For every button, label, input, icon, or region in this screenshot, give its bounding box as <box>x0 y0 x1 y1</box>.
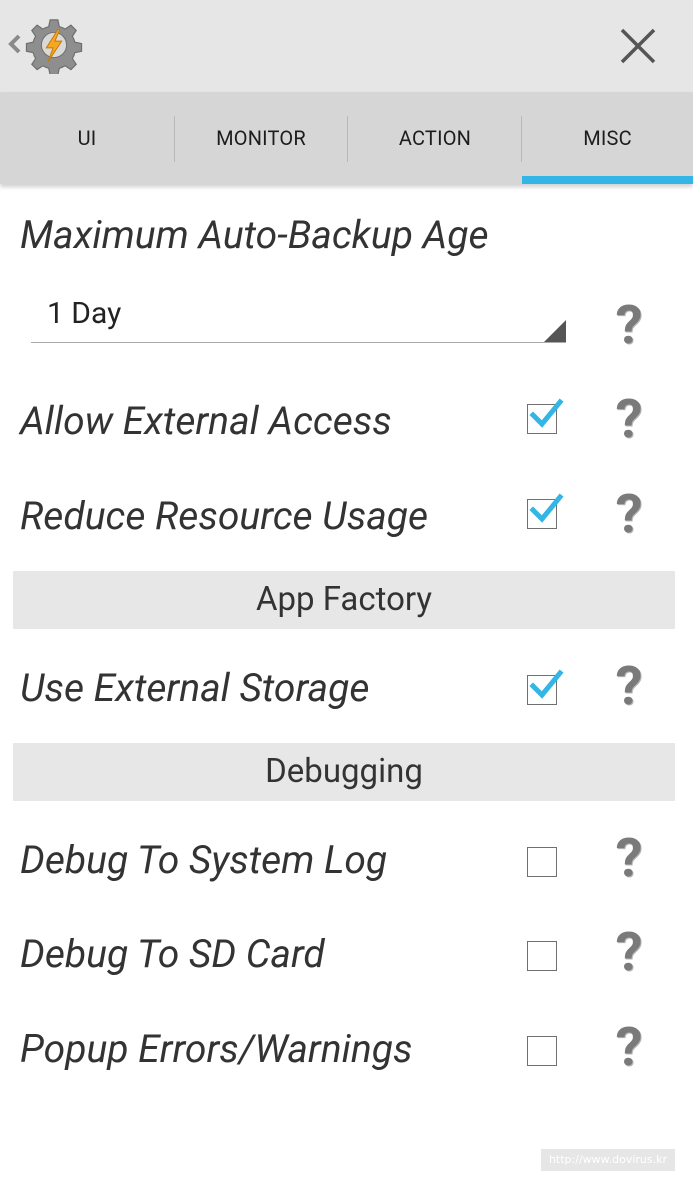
help-debug-system-log-button[interactable]: ? <box>608 829 650 889</box>
dropdown-arrow-icon <box>544 320 566 342</box>
backup-age-value: 1 Day <box>47 296 122 331</box>
help-use-external-storage-button[interactable]: ? <box>608 657 650 717</box>
reduce-resource-checkbox[interactable] <box>527 493 564 529</box>
debug-system-log-checkbox[interactable] <box>527 847 557 877</box>
help-debug-sd-card-button[interactable]: ? <box>608 923 650 983</box>
action-bar <box>0 0 693 92</box>
use-external-storage-label: Use External Storage <box>20 665 370 711</box>
section-header-debugging: Debugging <box>13 743 675 801</box>
tasker-gear-bolt-icon[interactable] <box>25 16 83 74</box>
popup-errors-checkbox[interactable] <box>527 1036 557 1066</box>
reduce-resource-label: Reduce Resource Usage <box>20 493 429 539</box>
debug-sd-card-label: Debug To SD Card <box>20 931 325 977</box>
external-access-label: Allow External Access <box>20 398 392 444</box>
tab-selected-indicator <box>522 176 693 184</box>
help-popup-errors-button[interactable]: ? <box>608 1018 650 1078</box>
use-external-storage-checkbox[interactable] <box>527 669 564 705</box>
tab-misc[interactable]: MISC <box>522 92 693 184</box>
popup-errors-label: Popup Errors/Warnings <box>20 1026 413 1072</box>
checkmark-icon <box>529 398 564 428</box>
help-backup-age-button[interactable]: ? <box>608 296 650 356</box>
section-header-app-factory: App Factory <box>13 571 675 629</box>
checkmark-icon <box>529 493 564 523</box>
chevron-left-icon[interactable] <box>6 28 22 60</box>
external-access-checkbox[interactable] <box>527 398 564 434</box>
tab-ui[interactable]: UI <box>0 92 174 184</box>
debug-sd-card-checkbox[interactable] <box>527 941 557 971</box>
help-reduce-resource-button[interactable]: ? <box>608 485 650 545</box>
backup-age-dropdown[interactable]: 1 Day <box>31 290 566 343</box>
tab-bar: UI MONITOR ACTION MISC <box>0 92 693 184</box>
watermark-text: http://www.dovirus.kr <box>541 1149 675 1171</box>
close-icon[interactable] <box>616 24 660 68</box>
debug-system-log-label: Debug To System Log <box>20 837 388 883</box>
help-external-access-button[interactable]: ? <box>608 390 650 450</box>
backup-age-label: Maximum Auto-Backup Age <box>20 212 489 258</box>
checkmark-icon <box>529 669 564 699</box>
tab-action[interactable]: ACTION <box>348 92 522 184</box>
tab-monitor[interactable]: MONITOR <box>174 92 348 184</box>
